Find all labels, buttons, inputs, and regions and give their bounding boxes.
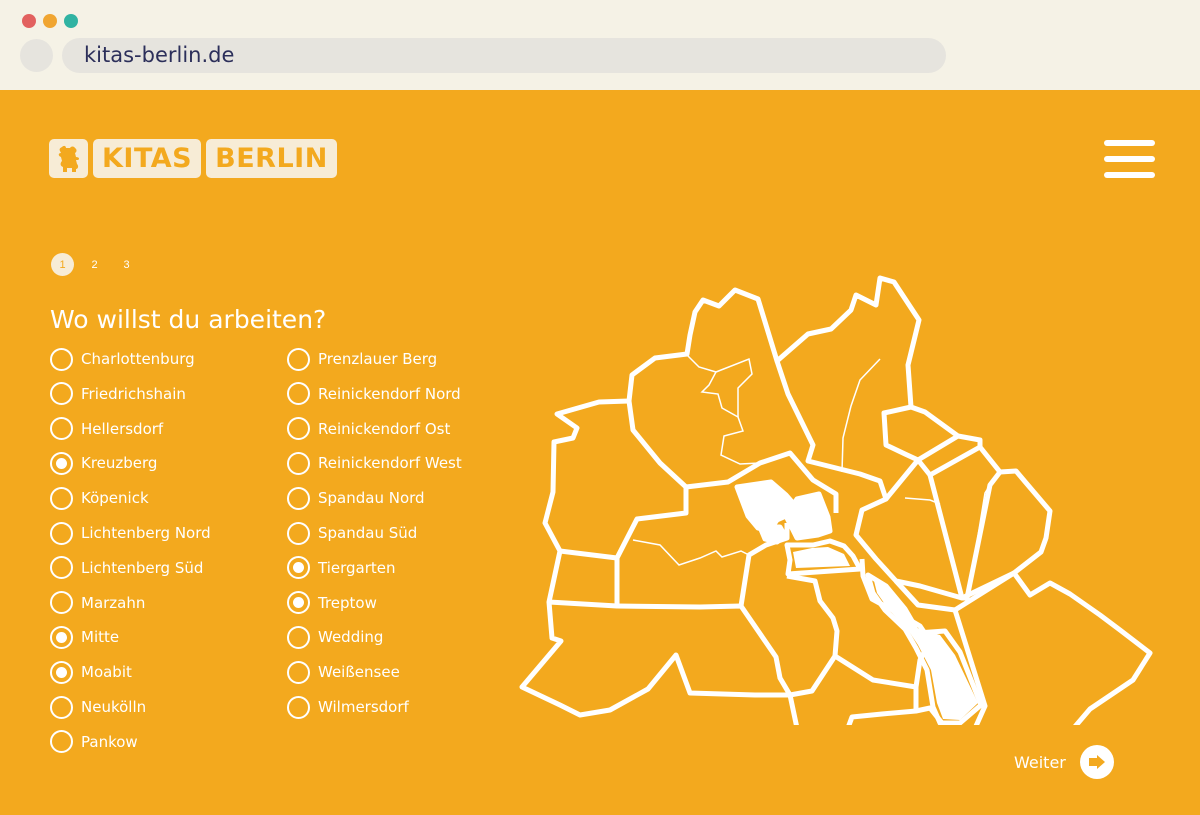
logo-word-kitas: KITAS xyxy=(93,139,202,178)
district-option[interactable]: Lichtenberg Süd xyxy=(50,555,203,581)
window-maximize-dot[interactable] xyxy=(64,14,78,28)
district-option-label: Kreuzberg xyxy=(81,454,158,473)
district-option-label: Weißensee xyxy=(318,663,400,682)
radio-unchecked-icon[interactable] xyxy=(287,417,310,441)
district-option-label: Reinickendorf Nord xyxy=(318,384,461,403)
page: KITAS BERLIN 1 2 3 Wo willst du arbeiten… xyxy=(0,90,1200,815)
district-option[interactable]: Kreuzberg xyxy=(50,450,157,476)
district-option[interactable]: Marzahn xyxy=(50,590,145,616)
district-option-label: Lichtenberg Nord xyxy=(81,524,211,542)
district-option[interactable]: Charlottenburg xyxy=(50,346,195,372)
radio-unchecked-icon[interactable] xyxy=(287,625,310,649)
berlin-bear-icon xyxy=(49,139,88,178)
radio-unchecked-icon[interactable] xyxy=(50,556,73,580)
district-option-label: Prenzlauer Berg xyxy=(318,350,438,368)
step-3[interactable]: 3 xyxy=(115,253,138,276)
menu-icon[interactable] xyxy=(1104,140,1155,180)
district-option-label: Reinickendorf Ost xyxy=(318,419,451,438)
radio-checked-icon[interactable] xyxy=(50,660,73,684)
arrow-right-icon[interactable] xyxy=(1079,745,1114,779)
district-option-label: Wedding xyxy=(318,628,384,647)
radio-unchecked-icon[interactable] xyxy=(287,382,310,406)
district-option-label: Neukölln xyxy=(81,698,147,716)
district-option[interactable]: Lichtenberg Nord xyxy=(50,520,211,546)
radio-unchecked-icon[interactable] xyxy=(50,486,73,510)
district-option[interactable]: Reinickendorf Nord xyxy=(287,381,461,407)
district-option[interactable]: Hellersdorf xyxy=(50,416,163,442)
radio-unchecked-icon[interactable] xyxy=(287,660,310,684)
district-option-label: Lichtenberg Süd xyxy=(81,558,204,577)
district-option-label: Friedrichshain xyxy=(81,384,186,403)
berlin-district-map[interactable] xyxy=(515,185,1165,725)
radio-unchecked-icon[interactable] xyxy=(287,486,310,510)
step-indicator: 1 2 3 xyxy=(51,253,147,276)
radio-checked-icon[interactable] xyxy=(50,625,73,649)
district-option[interactable]: Mitte xyxy=(50,624,119,650)
district-option[interactable]: Wedding xyxy=(287,624,383,650)
district-option-label: Köpenick xyxy=(81,489,149,508)
district-option[interactable]: Prenzlauer Berg xyxy=(287,346,437,372)
district-option-label: Pankow xyxy=(81,732,138,751)
district-options: Charlottenburg Friedrichshain Hellersdorf K… xyxy=(50,346,520,766)
district-option-label: Wilmersdorf xyxy=(318,698,409,716)
district-option-label: Treptow xyxy=(318,593,377,612)
district-option[interactable]: Treptow xyxy=(287,590,377,616)
district-option-label: Mitte xyxy=(81,628,120,647)
district-option-label: Charlottenburg xyxy=(81,350,195,368)
radio-unchecked-icon[interactable] xyxy=(50,347,73,371)
district-option[interactable]: Köpenick xyxy=(50,485,149,511)
district-option-label: Spandau Nord xyxy=(318,489,425,508)
district-option-label: Moabit xyxy=(81,663,132,682)
radio-unchecked-icon[interactable] xyxy=(287,347,310,371)
radio-checked-icon[interactable] xyxy=(287,591,310,615)
district-option[interactable]: Spandau Süd xyxy=(287,520,417,546)
logo-word-berlin: BERLIN xyxy=(206,139,337,178)
district-option[interactable]: Reinickendorf West xyxy=(287,450,462,476)
radio-unchecked-icon[interactable] xyxy=(50,417,73,441)
district-option-label: Tiergarten xyxy=(318,558,396,577)
district-option[interactable]: Tiergarten xyxy=(287,555,396,581)
district-option-label: Reinickendorf West xyxy=(318,454,462,473)
district-option-label: Spandau Süd xyxy=(318,524,418,542)
window-minimize-dot[interactable] xyxy=(43,14,57,28)
next-button-label: Weiter xyxy=(1014,752,1066,772)
window-close-dot[interactable] xyxy=(22,14,36,28)
radio-checked-icon[interactable] xyxy=(287,556,310,580)
next-button[interactable]: Weiter xyxy=(1014,745,1114,779)
district-option[interactable]: Moabit xyxy=(50,659,132,685)
district-option[interactable]: Reinickendorf Ost xyxy=(287,416,450,442)
radio-unchecked-icon[interactable] xyxy=(287,451,310,475)
address-bar[interactable]: kitas-berlin.de xyxy=(62,38,946,73)
district-option[interactable]: Spandau Nord xyxy=(287,485,425,511)
question-heading: Wo willst du arbeiten? xyxy=(50,305,327,334)
radio-unchecked-icon[interactable] xyxy=(50,730,73,754)
step-1[interactable]: 1 xyxy=(51,253,74,276)
radio-unchecked-icon[interactable] xyxy=(50,695,73,719)
district-option-label: Hellersdorf xyxy=(81,419,164,438)
browser-chrome: kitas-berlin.de xyxy=(0,0,1200,90)
district-option[interactable]: Wilmersdorf xyxy=(287,694,409,720)
district-option[interactable]: Pankow xyxy=(50,729,138,755)
radio-unchecked-icon[interactable] xyxy=(287,695,310,719)
district-option-label: Marzahn xyxy=(81,593,146,612)
radio-unchecked-icon[interactable] xyxy=(287,521,310,545)
radio-unchecked-icon[interactable] xyxy=(50,521,73,545)
district-option[interactable]: Neukölln xyxy=(50,694,146,720)
radio-checked-icon[interactable] xyxy=(50,451,73,475)
district-option[interactable]: Weißensee xyxy=(287,659,400,685)
address-bar-url: kitas-berlin.de xyxy=(84,43,235,67)
step-2[interactable]: 2 xyxy=(83,253,106,276)
browser-nav-button[interactable] xyxy=(20,39,53,72)
district-option[interactable]: Friedrichshain xyxy=(50,381,186,407)
site-logo[interactable]: KITAS BERLIN xyxy=(49,139,337,178)
radio-unchecked-icon[interactable] xyxy=(50,382,73,406)
radio-unchecked-icon[interactable] xyxy=(50,591,73,615)
